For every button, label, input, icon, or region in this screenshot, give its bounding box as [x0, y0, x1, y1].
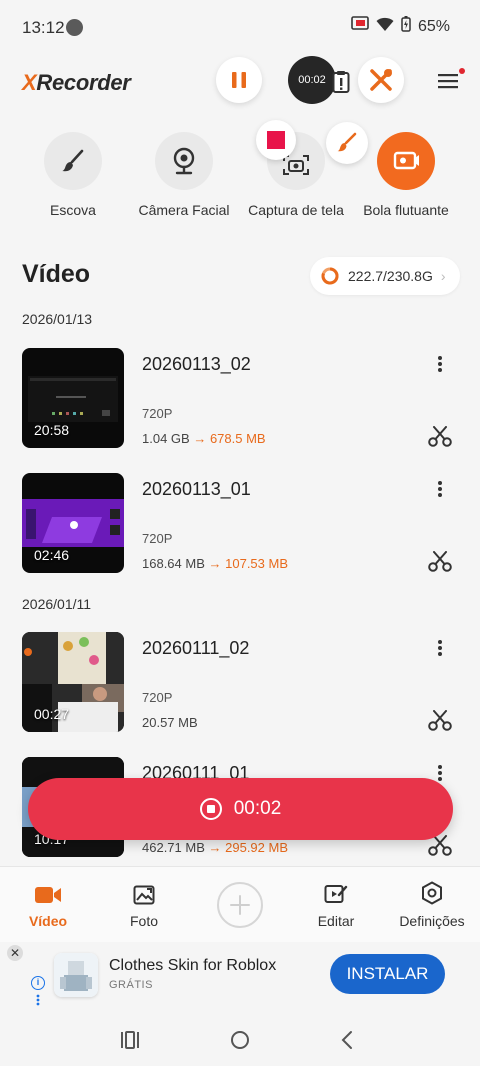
brush-icon	[337, 132, 357, 152]
recent-apps-icon[interactable]	[120, 1031, 140, 1054]
nav-label: Editar	[317, 913, 355, 929]
video-thumbnail[interactable]: 00:27	[22, 632, 124, 732]
ad-subtitle: GRÁTIS	[109, 979, 153, 991]
storage-indicator[interactable]: 222.7/230.8G ›	[310, 257, 460, 295]
video-thumbnail[interactable]: 02:46	[22, 473, 124, 573]
menu-button[interactable]	[438, 70, 460, 94]
video-duration: 02:46	[34, 547, 70, 563]
hamburger-menu-icon	[438, 74, 458, 89]
brush-icon	[44, 132, 102, 190]
scissors-icon[interactable]	[428, 710, 452, 737]
chevron-right-icon: ›	[440, 268, 446, 284]
stop-circle-icon	[199, 798, 222, 820]
nav-video[interactable]: Vídeo	[3, 881, 93, 929]
scissors-icon[interactable]	[428, 551, 452, 578]
status-icons: 65%	[351, 16, 450, 37]
plus-icon	[230, 895, 250, 915]
pause-recording-button[interactable]	[216, 57, 262, 103]
ad-close-icon[interactable]: ✕	[7, 945, 23, 961]
video-duration: 20:58	[34, 422, 70, 438]
nav-label: Definições	[399, 913, 465, 929]
video-name: 20260111_02	[142, 638, 250, 658]
more-vertical-icon[interactable]	[434, 479, 446, 499]
tool-label: Câmera Facial	[138, 202, 230, 218]
tools-button[interactable]	[358, 57, 404, 103]
nav-settings[interactable]: Definições	[387, 881, 477, 929]
video-size: 20.57 MB	[142, 715, 198, 730]
menu-notification-dot	[459, 68, 465, 74]
video-duration: 00:27	[34, 706, 70, 722]
system-navigation-bar	[0, 1012, 480, 1066]
settings-hexagon-icon	[387, 881, 477, 905]
video-resolution: 720P	[142, 406, 173, 421]
tool-face-camera[interactable]: Câmera Facial	[129, 132, 239, 218]
video-name: 20260113_01	[142, 479, 251, 499]
home-icon[interactable]	[230, 1030, 250, 1055]
video-size: 462.71 MB → 295.92 MB	[142, 840, 288, 855]
nav-edit[interactable]: Editar	[291, 881, 381, 929]
edit-video-icon	[291, 881, 381, 905]
battery-level: 65%	[417, 17, 450, 35]
date-label: 2026/01/11	[22, 596, 92, 612]
video-camera-icon	[3, 881, 93, 905]
stop-square-icon	[267, 131, 285, 149]
tool-label: Escova	[50, 202, 96, 218]
pause-icon	[232, 72, 246, 88]
section-title: Vídeo	[22, 260, 91, 288]
nav-photo[interactable]: Foto	[99, 881, 189, 929]
app-logo: XRecorder	[22, 70, 131, 95]
ad-install-button[interactable]: INSTALAR	[330, 954, 445, 994]
cast-icon	[351, 16, 369, 37]
status-time: 13:12	[22, 18, 65, 37]
storage-ring-icon	[321, 267, 339, 285]
arrow-right-icon: →	[193, 431, 207, 446]
arrow-right-icon: →	[208, 556, 222, 571]
ad-app-icon[interactable]	[54, 953, 98, 997]
ad-info-icon[interactable]: i	[31, 976, 45, 990]
ad-options-icon[interactable]	[36, 993, 40, 1006]
webcam-icon	[155, 132, 213, 190]
date-label: 2026/01/13	[22, 311, 93, 327]
video-size: 1.04 GB → 678.5 MB	[142, 431, 266, 446]
video-item[interactable]: 20:58 20260113_02 720P 1.04 GB → 678.5 M…	[0, 348, 480, 458]
tools-icon	[370, 69, 392, 91]
video-size: 168.64 MB → 107.53 MB	[142, 556, 288, 571]
battery-icon	[401, 16, 411, 37]
storage-text: 222.7/230.8G	[348, 268, 433, 284]
notification-dot-icon	[66, 19, 83, 36]
arrow-right-icon: →	[208, 840, 222, 855]
more-vertical-icon[interactable]	[434, 638, 446, 658]
tool-label: Bola flutuante	[363, 202, 449, 218]
video-name: 20260113_02	[142, 354, 251, 374]
video-resolution: 720P	[142, 531, 173, 546]
tool-label: Captura de tela	[248, 202, 344, 218]
video-resolution: 720P	[142, 690, 173, 705]
nav-label: Vídeo	[28, 913, 68, 929]
scissors-icon[interactable]	[428, 426, 452, 453]
recording-timer: 00:02	[233, 798, 282, 819]
floating-ball-icon	[377, 132, 435, 190]
more-vertical-icon[interactable]	[434, 763, 446, 783]
back-icon[interactable]	[341, 1030, 353, 1055]
video-thumbnail[interactable]: 20:58	[22, 348, 124, 448]
recording-stop-bar[interactable]: 00:02	[28, 778, 453, 840]
video-item[interactable]: 02:46 20260113_01 720P 168.64 MB → 107.5…	[0, 473, 480, 583]
scissors-icon[interactable]	[428, 835, 452, 862]
clipboard-alert-icon	[332, 70, 350, 99]
add-button[interactable]	[217, 882, 263, 928]
recording-timer-bubble[interactable]: 00:02	[288, 56, 336, 104]
floating-stop-button[interactable]	[256, 120, 296, 160]
photo-icon	[99, 881, 189, 905]
wifi-icon	[376, 17, 394, 37]
video-item[interactable]: 00:27 20260111_02 720P 20.57 MB	[0, 632, 480, 742]
tool-brush[interactable]: Escova	[18, 132, 128, 218]
nav-label: Foto	[129, 913, 158, 929]
more-vertical-icon[interactable]	[434, 354, 446, 374]
ad-title[interactable]: Clothes Skin for Roblox	[109, 957, 276, 975]
floating-brush-button[interactable]	[326, 122, 368, 164]
